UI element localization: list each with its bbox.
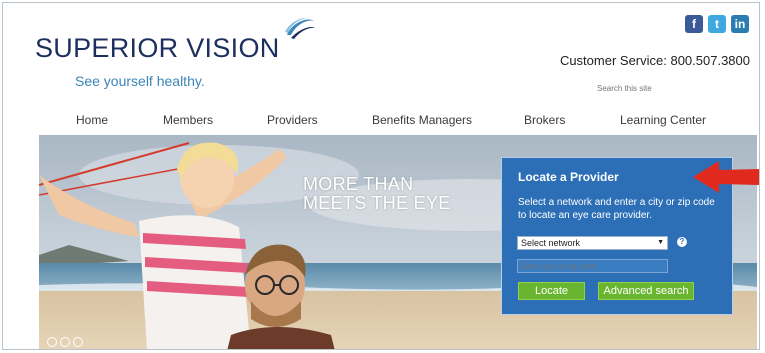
carousel-dot-1[interactable] [47, 337, 57, 347]
facebook-icon[interactable]: f [685, 15, 703, 33]
carousel-dot-3[interactable] [73, 337, 83, 347]
nav-providers[interactable]: Providers [267, 113, 318, 127]
nav-learning-center[interactable]: Learning Center [620, 113, 706, 127]
nav-brokers[interactable]: Brokers [524, 113, 565, 127]
red-arrow-icon [693, 161, 759, 193]
site-search-input[interactable] [595, 83, 694, 94]
headline-line-2: MEETS THE EYE [303, 193, 451, 213]
carousel-dots [47, 337, 83, 347]
nav-members[interactable]: Members [163, 113, 213, 127]
network-select-value: Select network [521, 238, 581, 248]
network-select[interactable]: Select network ▼ [517, 236, 668, 250]
help-icon[interactable]: ? [677, 237, 687, 247]
superior-vision-logo[interactable]: SUPERIOR VISION [35, 33, 280, 64]
nav-home[interactable]: Home [76, 113, 108, 127]
locate-button[interactable]: Locate [518, 282, 585, 300]
twitter-icon[interactable]: t [708, 15, 726, 33]
headline-line-1: MORE THAN [303, 174, 414, 194]
logo-swirl-icon [285, 17, 315, 39]
page-frame: SUPERIOR VISION See yourself healthy. f … [2, 2, 760, 350]
customer-service-phone: Customer Service: 800.507.3800 [559, 53, 750, 68]
chevron-down-icon: ▼ [657, 239, 664, 246]
nav-benefits-managers[interactable]: Benefits Managers [372, 113, 472, 127]
advanced-search-button[interactable]: Advanced search [598, 282, 694, 300]
hero-headline: MORE THAN MEETS THE EYE [303, 175, 451, 213]
panel-title: Locate a Provider [518, 170, 619, 184]
linkedin-icon[interactable]: in [731, 15, 749, 33]
tagline: See yourself healthy. [75, 73, 205, 89]
social-links: f t in [685, 15, 749, 33]
city-zip-input[interactable] [517, 259, 668, 273]
carousel-dot-2[interactable] [60, 337, 70, 347]
main-nav: Home Members Providers Benefits Managers… [3, 113, 759, 133]
panel-description: Select a network and enter a city or zip… [518, 197, 715, 221]
